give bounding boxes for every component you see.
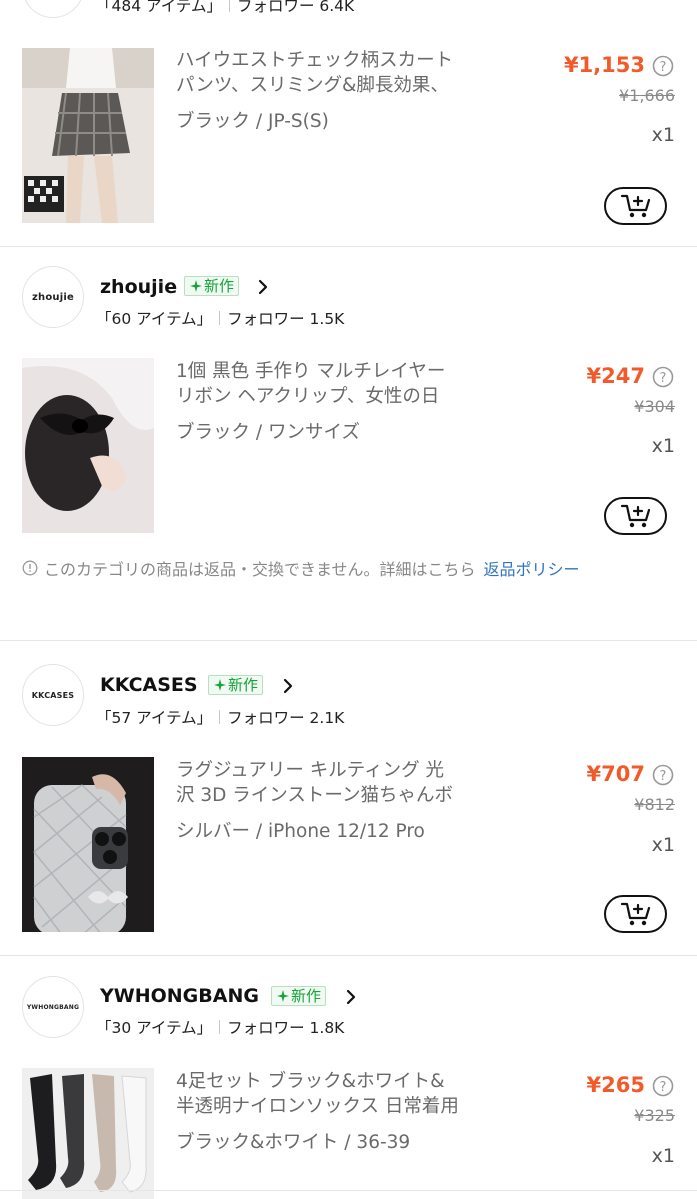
new-arrival-badge: 新作 [271, 986, 327, 1006]
bottom-edge [0, 1190, 697, 1191]
product-image-socks[interactable] [22, 1068, 154, 1199]
product-title-line: ハイウエストチェック柄スカート [176, 50, 454, 71]
product-title-line: 沢 3D ラインストーン猫ちゃんボ [176, 785, 453, 806]
original-price: ¥1,666 [619, 86, 675, 105]
chevron-right-icon[interactable] [281, 678, 295, 694]
store-name[interactable]: YWHONGBANG [100, 985, 259, 1007]
quantity[interactable]: x1 [652, 435, 675, 457]
stats-divider [219, 311, 221, 325]
stats-divider [219, 1020, 221, 1034]
product-title-line: パンツ、スリミング&脚長効果、 [176, 75, 449, 96]
product-title[interactable]: 1個 黒色 手作り マルチレイヤー リボン ヘアクリップ、女性の日 [176, 359, 496, 409]
return-policy-link[interactable]: 返品ポリシー [484, 556, 580, 580]
help-icon[interactable]: ? [652, 366, 674, 388]
product-image-hairclip[interactable] [22, 358, 154, 533]
quantity[interactable]: x1 [652, 124, 675, 146]
svg-text:?: ? [660, 1080, 667, 1095]
svg-text:?: ? [660, 60, 667, 75]
product-title[interactable]: ハイウエストチェック柄スカート パンツ、スリミング&脚長効果、 [176, 48, 496, 98]
store-logo[interactable]: zhoujie [22, 266, 84, 328]
store-item-count: 「60 アイテム」 [96, 310, 213, 328]
section-divider [0, 640, 697, 641]
svg-text:?: ? [660, 769, 667, 784]
product-title-line: 1個 黒色 手作り マルチレイヤー [176, 361, 446, 382]
quantity[interactable]: x1 [652, 834, 675, 856]
store-name[interactable]: KKCASES [100, 674, 198, 696]
product-variant[interactable]: ブラック / JP-S(S) [176, 107, 329, 133]
store-logo[interactable]: KKCASES [22, 664, 84, 726]
store-followers: フォロワー 1.8K [227, 1019, 345, 1037]
cart-plus-icon [620, 902, 650, 926]
product-price: ¥265 [586, 1073, 645, 1097]
product-variant[interactable]: ブラック&ホワイト / 36-39 [176, 1128, 410, 1154]
sparkle-icon [277, 990, 289, 1002]
sparkle-icon [214, 679, 226, 691]
sparkle-icon [190, 280, 202, 292]
original-price: ¥304 [634, 397, 675, 416]
store-logo-text: zhoujie [32, 291, 74, 303]
product-price: ¥707 [586, 762, 645, 786]
add-to-cart-button[interactable] [604, 895, 667, 933]
section-divider [0, 955, 697, 956]
add-to-cart-button[interactable] [604, 187, 667, 225]
cart-plus-icon [620, 194, 650, 218]
store-name[interactable]: zhoujie [100, 276, 177, 298]
store-stats: 「30 アイテム」 フォロワー 1.8K [96, 1016, 344, 1038]
product-title-line: リボン ヘアクリップ、女性の日 [176, 386, 440, 407]
store-followers: フォロワー 2.1K [227, 709, 345, 727]
return-notice: このカテゴリの商品は返品・交換できません。詳細はこちら 返品ポリシー [22, 556, 580, 580]
original-price: ¥325 [634, 1106, 675, 1125]
add-to-cart-button[interactable] [604, 497, 667, 535]
badge-label: 新作 [228, 676, 259, 694]
cart-plus-icon [620, 504, 650, 528]
chevron-right-icon[interactable] [344, 989, 358, 1005]
original-price: ¥812 [634, 795, 675, 814]
store-stats: 「60 アイテム」 フォロワー 1.5K [96, 307, 344, 329]
stats-divider [228, 0, 230, 12]
product-price: ¥1,153 [563, 53, 645, 77]
product-image-phone-case[interactable] [22, 757, 154, 932]
product-title[interactable]: 4足セット ブラック&ホワイト& 半透明ナイロンソックス 日常着用 [176, 1069, 496, 1119]
store-logo[interactable] [22, 0, 84, 18]
store-logo-text: YWHONGBANG [26, 1003, 80, 1011]
product-title[interactable]: ラグジュアリー キルティング 光 沢 3D ラインストーン猫ちゃんボ [176, 758, 496, 808]
help-icon[interactable]: ? [652, 55, 674, 77]
info-icon [22, 560, 38, 576]
product-variant[interactable]: シルバー / iPhone 12/12 Pro [176, 817, 425, 843]
product-title-line: 半透明ナイロンソックス 日常着用 [176, 1096, 459, 1117]
product-variant[interactable]: ブラック / ワンサイズ [176, 418, 360, 444]
stats-divider [219, 710, 221, 724]
badge-label: 新作 [204, 277, 235, 295]
new-arrival-badge: 新作 [184, 276, 240, 296]
quantity[interactable]: x1 [652, 1145, 675, 1167]
product-title-line: 4足セット ブラック&ホワイト& [176, 1071, 445, 1092]
store-logo-text: KKCASES [31, 690, 75, 700]
product-title-line: ラグジュアリー キルティング 光 [176, 760, 444, 781]
store-logo[interactable]: YWHONGBANG [22, 976, 84, 1038]
badge-label: 新作 [291, 987, 322, 1005]
store-item-count: 「57 アイテム」 [96, 709, 213, 727]
store-followers: フォロワー 1.5K [227, 310, 345, 328]
new-arrival-badge: 新作 [208, 675, 264, 695]
store-item-count: 「30 アイテム」 [96, 1019, 213, 1037]
notice-text: このカテゴリの商品は返品・交換できません。詳細はこちら [44, 560, 476, 579]
store-item-count: 「484 アイテム」 [96, 0, 222, 15]
svg-text:?: ? [660, 371, 667, 386]
store-followers: フォロワー 6.4K [236, 0, 355, 15]
help-icon[interactable]: ? [652, 1075, 674, 1097]
store-stats: 「57 アイテム」 フォロワー 2.1K [96, 706, 344, 728]
section-divider [0, 246, 697, 247]
chevron-right-icon[interactable] [256, 279, 270, 295]
help-icon[interactable]: ? [652, 764, 674, 786]
product-image-skirt[interactable] [22, 48, 154, 223]
store-stats: 「484 アイテム」 フォロワー 6.4K [96, 0, 354, 16]
product-price: ¥247 [586, 364, 645, 388]
